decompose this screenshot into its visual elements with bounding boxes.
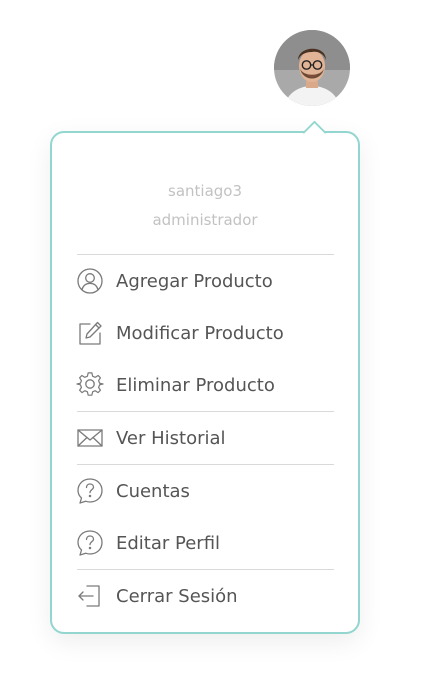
menu-caret <box>302 120 327 145</box>
menu-item-label: Cerrar Sesión <box>116 585 238 607</box>
envelope-icon <box>76 424 104 452</box>
gear-icon <box>76 371 104 399</box>
menu-item-label: Agregar Producto <box>116 270 273 292</box>
menu-item-eliminar-producto[interactable]: Eliminar Producto <box>76 367 334 403</box>
menu-item-agregar-producto[interactable]: Agregar Producto <box>76 263 334 299</box>
avatar[interactable] <box>274 30 350 106</box>
divider <box>77 464 334 465</box>
menu-item-label: Eliminar Producto <box>116 374 275 396</box>
menu-item-label: Cuentas <box>116 480 190 502</box>
avatar-image <box>274 30 350 106</box>
menu-item-editar-perfil[interactable]: Editar Perfil <box>76 525 334 561</box>
menu-item-label: Modificar Producto <box>116 322 284 344</box>
menu-item-cerrar-sesion[interactable]: Cerrar Sesión <box>76 578 334 614</box>
help-bubble-icon <box>76 477 104 505</box>
user-circle-icon <box>76 267 104 295</box>
help-bubble-icon <box>76 529 104 557</box>
user-role: administrador <box>152 211 258 229</box>
divider <box>77 569 334 570</box>
divider <box>77 254 334 255</box>
user-dropdown-menu: santiago3 administrador Agregar Producto <box>50 120 360 634</box>
menu-item-label: Editar Perfil <box>116 532 221 554</box>
menu-item-label: Ver Historial <box>116 427 226 449</box>
menu-item-ver-historial[interactable]: Ver Historial <box>76 420 334 456</box>
divider <box>77 411 334 412</box>
user-info: santiago3 administrador <box>52 177 358 235</box>
menu-item-cuentas[interactable]: Cuentas <box>76 473 334 509</box>
username: santiago3 <box>168 182 242 200</box>
user-menu-screen: santiago3 administrador Agregar Producto <box>0 0 444 692</box>
menu-item-modificar-producto[interactable]: Modificar Producto <box>76 315 334 351</box>
edit-icon <box>76 319 104 347</box>
logout-icon <box>76 582 104 610</box>
